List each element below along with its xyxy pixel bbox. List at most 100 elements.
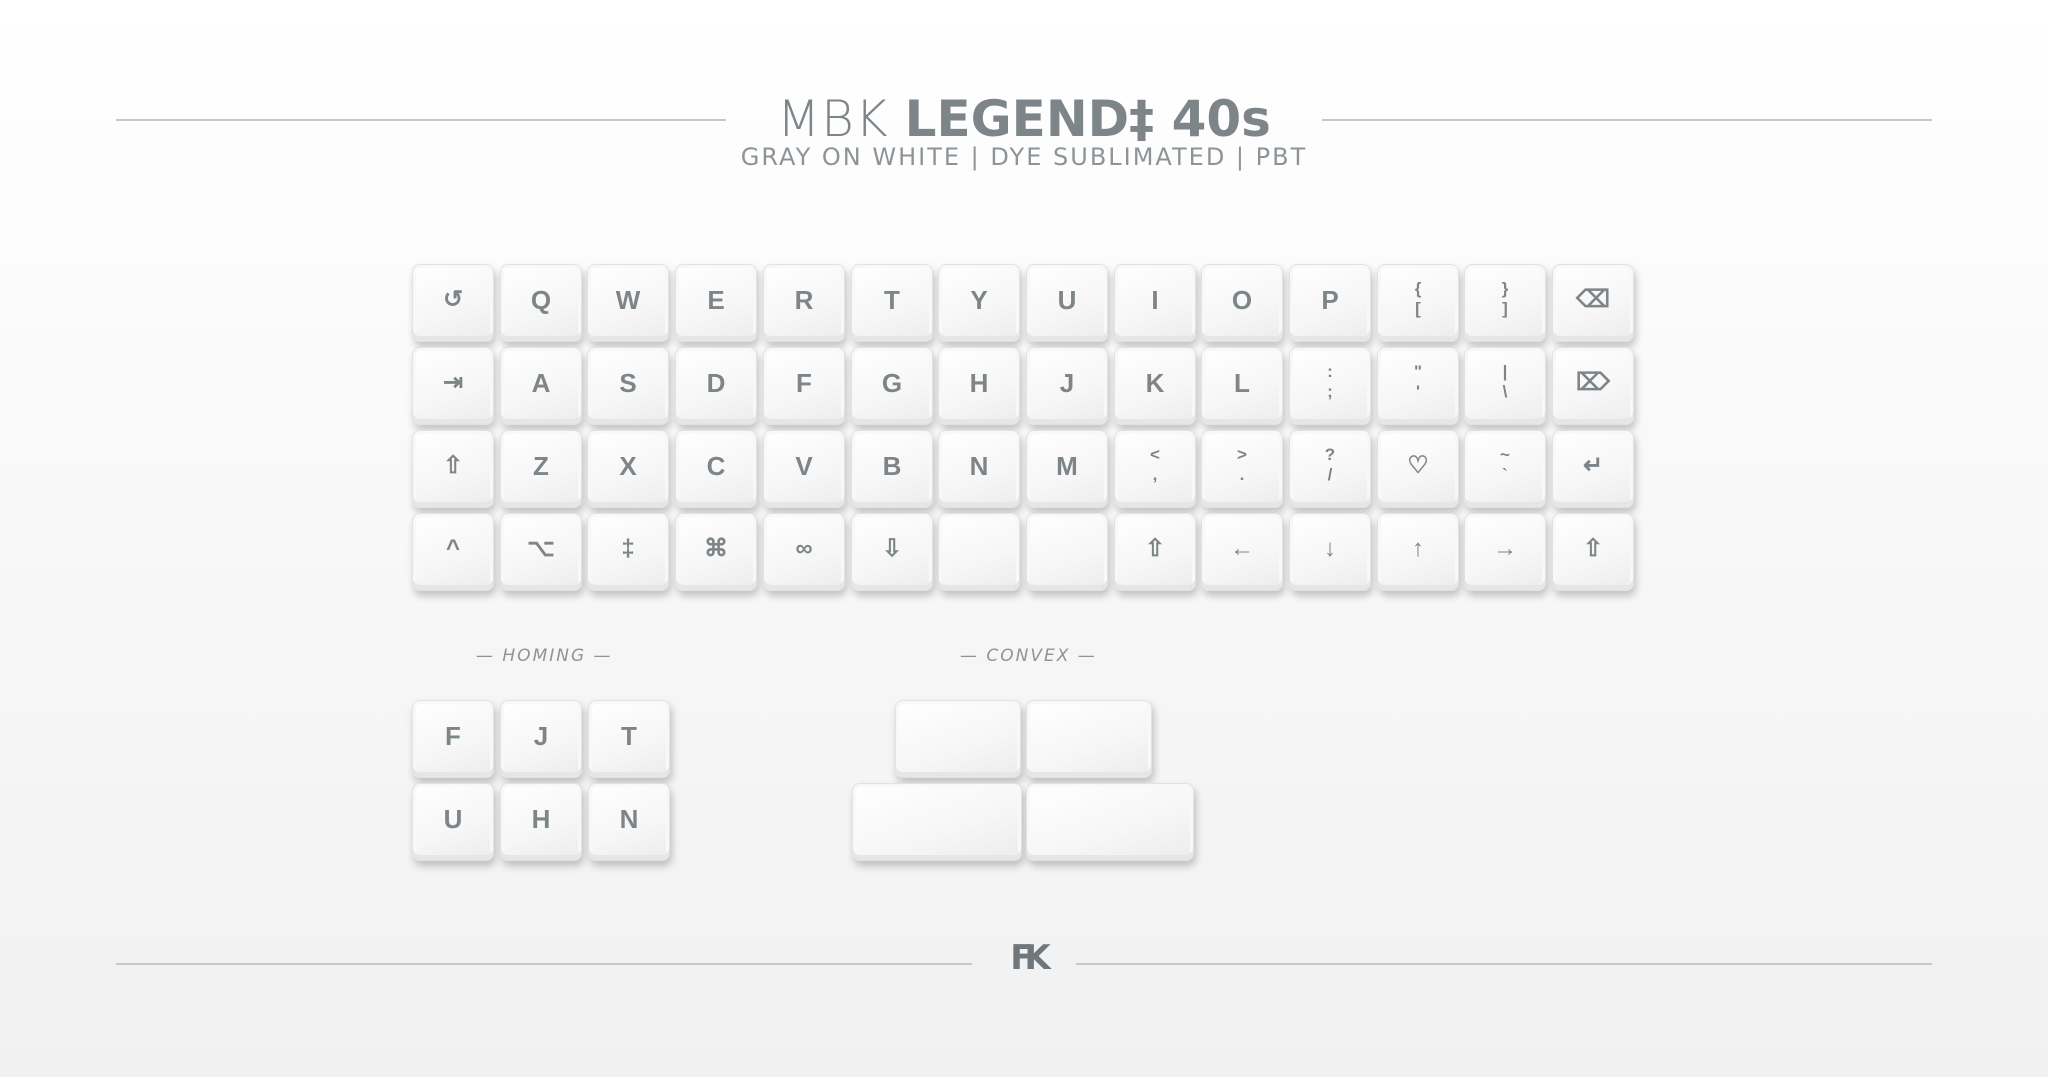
homing-key-u[interactable]: U <box>412 783 494 861</box>
key-dual-r2c11[interactable]: :; <box>1289 347 1371 425</box>
key-dual-r2c13[interactable]: | \ <box>1464 347 1546 425</box>
shift-icon: ⇧ <box>1582 535 1604 562</box>
key-legend: Y <box>970 285 988 315</box>
key-dual-r3c9[interactable]: <, <box>1114 430 1196 508</box>
key-legend: Z <box>533 451 549 481</box>
key-legend: A <box>531 368 551 398</box>
key-base-legend: ` <box>1502 465 1508 484</box>
key-tab[interactable]: ⇥ <box>412 347 494 425</box>
key-legend: F <box>796 368 812 398</box>
key-m[interactable]: M <box>1026 430 1108 508</box>
key-lower-layer[interactable]: ⇩ <box>851 513 933 591</box>
key-f[interactable]: F <box>763 347 845 425</box>
key-legend: T <box>884 285 900 315</box>
homing-key-j[interactable]: J <box>500 700 582 778</box>
key-control[interactable]: ^ <box>412 513 494 591</box>
key-a[interactable]: A <box>500 347 582 425</box>
key-infinity[interactable]: ∞ <box>763 513 845 591</box>
key-legend: X <box>619 451 637 481</box>
key-double-dagger[interactable]: ‡ <box>587 513 669 591</box>
backspace-icon: ⌫ <box>1576 286 1610 313</box>
key-blank[interactable] <box>938 513 1020 591</box>
tab-icon: ⇥ <box>442 369 464 396</box>
key-backspace[interactable]: ⌫ <box>1552 264 1634 342</box>
convex-key[interactable] <box>852 783 1022 861</box>
key-legend: B <box>882 451 902 481</box>
key-dual-r1c13[interactable]: }] <box>1464 264 1546 342</box>
key-return[interactable]: ↵ <box>1552 430 1634 508</box>
key-h[interactable]: H <box>938 347 1020 425</box>
footer-rule-right <box>1076 963 1932 965</box>
key-z[interactable]: Z <box>500 430 582 508</box>
key-legend: F <box>445 721 461 751</box>
raise-layer-icon: ⇧ <box>1144 535 1166 562</box>
key-legend: S <box>619 368 637 398</box>
key-arrow-up[interactable]: ↑ <box>1377 513 1459 591</box>
key-q[interactable]: Q <box>500 264 582 342</box>
key-l[interactable]: L <box>1201 347 1283 425</box>
convex-key[interactable] <box>1026 783 1194 861</box>
key-option[interactable]: ⌥ <box>500 513 582 591</box>
key-shift-legend: | <box>1502 362 1508 381</box>
key-dual-r3c13[interactable]: ~ ` <box>1464 430 1546 508</box>
key-base-legend: . <box>1239 465 1245 484</box>
key-shift-legend: { <box>1414 279 1422 298</box>
control-icon: ^ <box>445 535 460 562</box>
key-e[interactable]: E <box>675 264 757 342</box>
undo-icon: ↺ <box>442 286 464 313</box>
key-base-legend: , <box>1152 465 1158 484</box>
key-shift[interactable]: ⇧ <box>1552 513 1634 591</box>
key-x[interactable]: X <box>587 430 669 508</box>
key-s[interactable]: S <box>587 347 669 425</box>
key-u[interactable]: U <box>1026 264 1108 342</box>
key-g[interactable]: G <box>851 347 933 425</box>
key-dual-r1c12[interactable]: {[ <box>1377 264 1459 342</box>
key-arrow-down[interactable]: ↓ <box>1289 513 1371 591</box>
key-shift[interactable]: ⇧ <box>412 430 494 508</box>
key-raise-layer[interactable]: ⇧ <box>1114 513 1196 591</box>
key-shift-legend: ~ <box>1500 445 1510 464</box>
arrow-right-icon: → <box>1493 535 1517 562</box>
page-title: MBK LEGEND‡ 40s <box>0 88 2048 150</box>
key-dual-r3c10[interactable]: >. <box>1201 430 1283 508</box>
key-n[interactable]: N <box>938 430 1020 508</box>
convex-key[interactable] <box>1026 700 1152 778</box>
footer-rule-left <box>116 963 972 965</box>
key-k[interactable]: K <box>1114 347 1196 425</box>
title-brand: MBK <box>777 90 889 148</box>
key-c[interactable]: C <box>675 430 757 508</box>
key-command[interactable]: ⌘ <box>675 513 757 591</box>
key-i[interactable]: I <box>1114 264 1196 342</box>
key-y[interactable]: Y <box>938 264 1020 342</box>
key-base-legend: / <box>1327 465 1333 484</box>
homing-key-f[interactable]: F <box>412 700 494 778</box>
lower-layer-icon: ⇩ <box>881 535 903 562</box>
key-base-legend: ] <box>1502 299 1508 318</box>
key-d[interactable]: D <box>675 347 757 425</box>
shift-icon: ⇧ <box>442 452 464 479</box>
key-heart[interactable]: ♡ <box>1377 430 1459 508</box>
key-v[interactable]: V <box>763 430 845 508</box>
command-icon: ⌘ <box>704 535 728 562</box>
homing-key-n[interactable]: N <box>588 783 670 861</box>
key-blank[interactable] <box>1026 513 1108 591</box>
homing-key-t[interactable]: T <box>588 700 670 778</box>
key-legend: L <box>1234 368 1250 398</box>
key-dual-r3c11[interactable]: ? / <box>1289 430 1371 508</box>
key-o[interactable]: O <box>1201 264 1283 342</box>
key-j[interactable]: J <box>1026 347 1108 425</box>
key-r[interactable]: R <box>763 264 845 342</box>
key-t[interactable]: T <box>851 264 933 342</box>
key-legend: N <box>619 804 639 834</box>
key-b[interactable]: B <box>851 430 933 508</box>
key-forward-delete[interactable]: ⌦ <box>1552 347 1634 425</box>
key-arrow-left[interactable]: ← <box>1201 513 1283 591</box>
key-undo[interactable]: ↺ <box>412 264 494 342</box>
key-w[interactable]: W <box>587 264 669 342</box>
key-dual-r2c12[interactable]: " ' <box>1377 347 1459 425</box>
convex-key[interactable] <box>895 700 1021 778</box>
key-p[interactable]: P <box>1289 264 1371 342</box>
key-legend: M <box>1056 451 1078 481</box>
key-arrow-right[interactable]: → <box>1464 513 1546 591</box>
homing-key-h[interactable]: H <box>500 783 582 861</box>
